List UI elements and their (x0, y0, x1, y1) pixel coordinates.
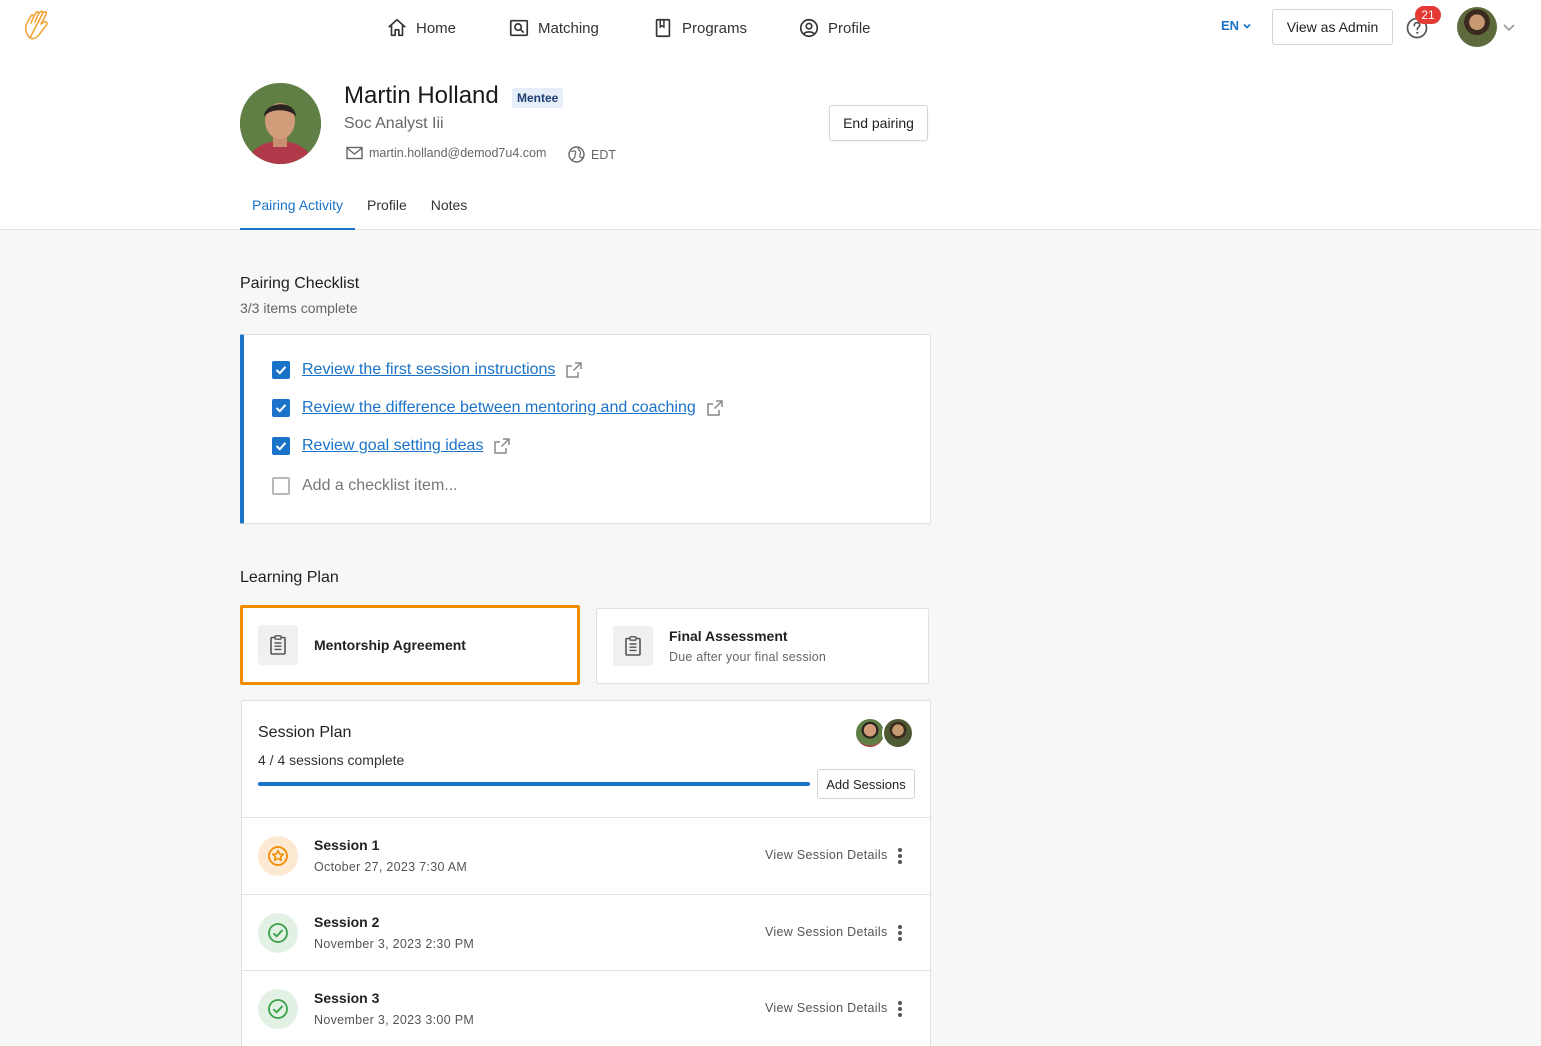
user-avatar[interactable] (1457, 7, 1497, 47)
check-circle-icon (258, 989, 298, 1029)
session-date: November 3, 2023 3:00 PM (314, 1013, 475, 1027)
mentee-avatar (240, 83, 321, 164)
session-name: Session 3 (314, 990, 380, 1006)
view-session-details-link[interactable]: View Session Details (765, 1001, 888, 1015)
final-assessment-card[interactable]: Final Assessment Due after your final se… (596, 608, 929, 684)
checklist-item: Review the first session instructions (272, 361, 583, 379)
checklist-item: Review the difference between mentoring … (272, 399, 724, 417)
learning-card-title: Final Assessment (669, 628, 788, 644)
tab-notes[interactable]: Notes (419, 184, 480, 230)
checkbox-checked[interactable] (272, 437, 290, 455)
checklist-item-link[interactable]: Review the difference between mentoring … (302, 399, 696, 417)
profile-email: martin.holland@demod7u4.com (346, 146, 546, 160)
profile-email-text: martin.holland@demod7u4.com (369, 146, 547, 160)
add-checklist-item[interactable]: Add a checklist item... (272, 477, 458, 495)
account-chevron-down-icon[interactable] (1502, 20, 1516, 34)
session-plan-panel: Session Plan 4 / 4 sessions complete Add… (241, 700, 931, 1046)
checklist-title: Pairing Checklist (240, 275, 360, 292)
learning-card-subtitle: Due after your final session (669, 650, 827, 664)
check-circle-icon (258, 913, 298, 953)
mentor-mini-avatar (882, 717, 914, 749)
session-name: Session 2 (314, 914, 380, 930)
language-label: EN (1221, 18, 1240, 33)
top-header: Home Matching Programs Profile EN View a… (0, 0, 1541, 230)
nav-home-label: Home (416, 19, 457, 37)
session-date: November 3, 2023 2:30 PM (314, 937, 475, 951)
profile-icon (799, 18, 819, 38)
add-sessions-button[interactable]: Add Sessions (817, 769, 915, 799)
participants-avatars (854, 717, 916, 751)
nav-matching-label: Matching (538, 19, 599, 37)
session-progress-bar (258, 782, 810, 786)
programs-icon (655, 18, 671, 38)
checklist-item-link[interactable]: Review the first session instructions (302, 361, 555, 379)
checkbox-checked[interactable] (272, 361, 290, 379)
checklist-summary: 3/3 items complete (240, 300, 358, 316)
notification-count-badge: 21 (1415, 6, 1441, 24)
nav-matching[interactable]: Matching (508, 15, 599, 41)
session-row: Session 3 November 3, 2023 3:00 PM View … (242, 970, 930, 1046)
matching-icon (509, 19, 529, 37)
session-date: October 27, 2023 7:30 AM (314, 860, 468, 874)
profile-timezone: EDT (568, 146, 616, 163)
profile-tabs: Pairing Activity Profile Notes (240, 184, 479, 230)
session-name: Session 1 (314, 837, 380, 853)
session-plan-title: Session Plan (258, 724, 352, 741)
external-link-icon[interactable] (706, 399, 724, 417)
session-row: Session 1 October 27, 2023 7:30 AM View … (242, 817, 930, 894)
mentorship-agreement-card[interactable]: Mentorship Agreement (240, 605, 580, 685)
session-row: Session 2 November 3, 2023 2:30 PM View … (242, 894, 930, 971)
star-badge-icon (258, 836, 298, 876)
checkbox-checked[interactable] (272, 399, 290, 417)
checklist-item: Review goal setting ideas (272, 437, 511, 455)
tab-pairing-activity[interactable]: Pairing Activity (240, 184, 356, 230)
tab-profile[interactable]: Profile (355, 184, 419, 230)
learning-card-title: Mentorship Agreement (314, 637, 466, 653)
home-icon (388, 18, 406, 37)
profile-job-title: Soc Analyst Iii (344, 115, 444, 132)
globe-icon (568, 146, 585, 163)
profile-name: Martin Holland (344, 82, 499, 109)
more-options-icon[interactable] (890, 845, 910, 867)
nav-programs-label: Programs (682, 19, 748, 37)
session-plan-summary: 4 / 4 sessions complete (258, 752, 405, 768)
nav-profile-label: Profile (828, 19, 871, 37)
more-options-icon[interactable] (890, 922, 910, 944)
pairing-checklist: Review the first session instructions Re… (240, 334, 931, 524)
checkbox-unchecked[interactable] (272, 477, 290, 495)
add-checklist-item-input[interactable]: Add a checklist item... (302, 477, 458, 495)
view-session-details-link[interactable]: View Session Details (765, 848, 888, 862)
session-progress-fill (258, 782, 810, 786)
mail-icon (346, 146, 363, 160)
profile-timezone-text: EDT (591, 147, 616, 162)
waving-hand-logo-icon[interactable] (22, 10, 52, 42)
chevron-down-icon (1243, 23, 1251, 29)
external-link-icon[interactable] (565, 361, 583, 379)
more-options-icon[interactable] (890, 998, 910, 1020)
view-session-details-link[interactable]: View Session Details (765, 925, 888, 939)
external-link-icon[interactable] (493, 437, 511, 455)
view-as-admin-button[interactable]: View as Admin (1272, 9, 1393, 45)
role-badge: Mentee (512, 88, 564, 108)
nav-programs[interactable]: Programs (652, 15, 747, 41)
clipboard-icon (258, 625, 298, 665)
end-pairing-button[interactable]: End pairing (829, 105, 928, 141)
learning-plan-title: Learning Plan (240, 569, 339, 586)
clipboard-icon (613, 626, 653, 666)
nav-home[interactable]: Home (386, 15, 456, 41)
nav-profile[interactable]: Profile (798, 15, 871, 41)
checklist-item-link[interactable]: Review goal setting ideas (302, 437, 483, 455)
language-selector[interactable]: EN (1221, 18, 1252, 33)
